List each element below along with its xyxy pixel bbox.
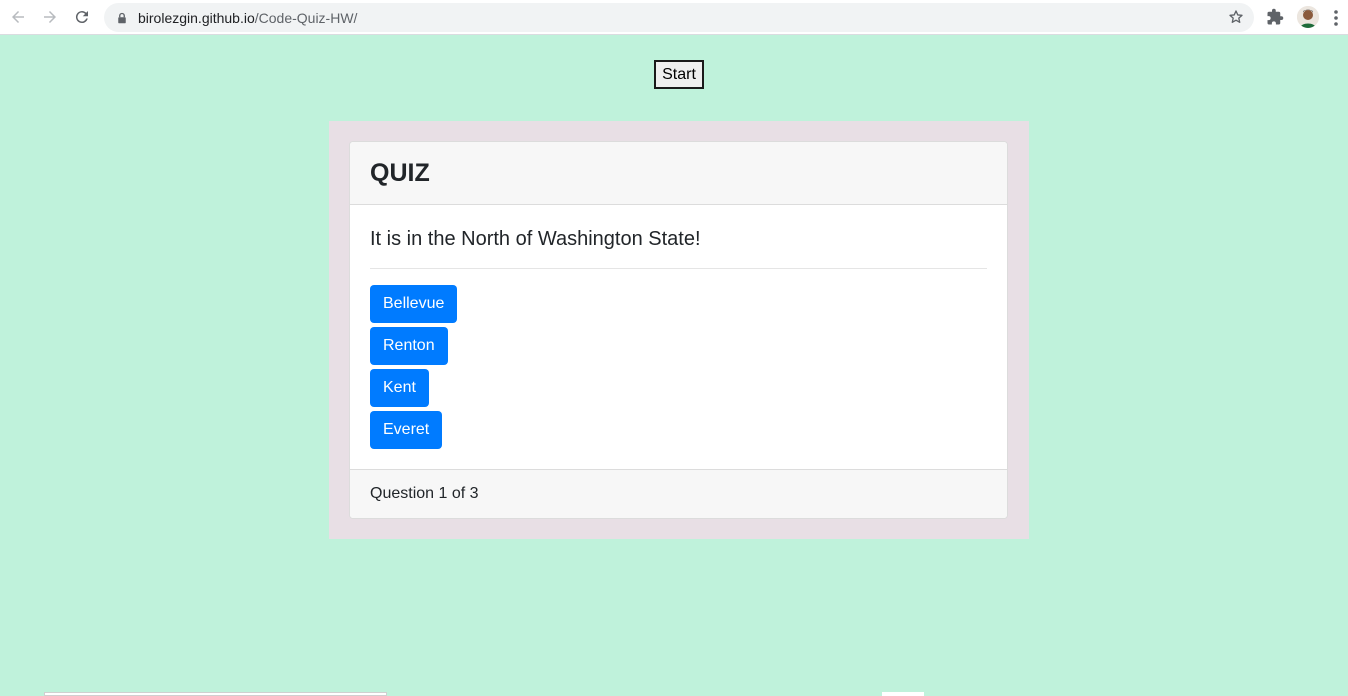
back-arrow-icon[interactable] [6, 5, 30, 29]
quiz-card-footer: Question 1 of 3 [350, 469, 1007, 518]
url-path: /Code-Quiz-HW/ [254, 9, 358, 26]
answer-button-kent[interactable]: Kent [370, 369, 429, 407]
reload-icon[interactable] [70, 5, 94, 29]
quiz-card-header: QUIZ [350, 142, 1007, 205]
puzzle-icon[interactable] [1266, 8, 1284, 26]
url-text: birolezgin.github.io/Code-Quiz-HW/ [138, 10, 357, 26]
bottom-edge-element [44, 692, 387, 696]
quiz-card-body: It is in the North of Washington State! … [350, 205, 1007, 470]
divider [370, 268, 987, 269]
kebab-menu-icon[interactable] [1333, 9, 1339, 27]
quiz-card: QUIZ It is in the North of Washington St… [349, 141, 1008, 519]
browser-toolbar: birolezgin.github.io/Code-Quiz-HW/ [0, 0, 1348, 35]
lock-icon [116, 11, 130, 25]
forward-arrow-icon[interactable] [38, 5, 62, 29]
answer-button-renton[interactable]: Renton [370, 327, 448, 365]
answer-button-everet[interactable]: Everet [370, 411, 443, 449]
url-host: birolezgin.github.io [138, 9, 255, 26]
star-icon[interactable] [1228, 9, 1244, 25]
start-button[interactable]: Start [654, 60, 704, 89]
quiz-container: QUIZ It is in the North of Washington St… [329, 121, 1029, 539]
address-bar[interactable]: birolezgin.github.io/Code-Quiz-HW/ [104, 3, 1254, 32]
avatar[interactable] [1297, 6, 1319, 28]
question-text: It is in the North of Washington State! [370, 228, 701, 250]
answer-button-bellevue[interactable]: Bellevue [370, 285, 458, 323]
bottom-edge-element [882, 692, 924, 696]
quiz-title: QUIZ [370, 158, 430, 187]
question-progress: Question 1 of 3 [370, 485, 479, 502]
